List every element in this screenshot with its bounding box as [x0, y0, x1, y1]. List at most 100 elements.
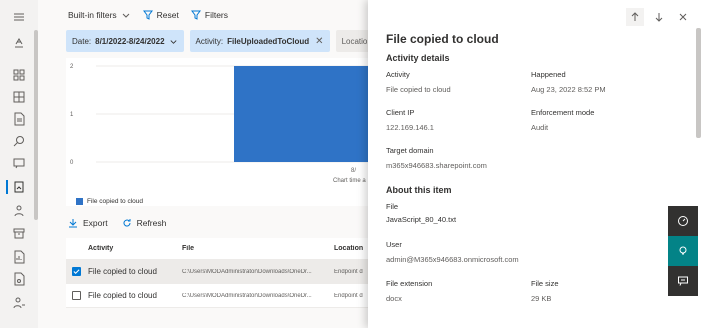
- activity-chart: 2 1 0 8/Chart time a File copied to cloud: [66, 58, 368, 206]
- location-filter-label: Locatio: [341, 36, 368, 46]
- row-checkbox[interactable]: [71, 267, 81, 276]
- filters-button[interactable]: Filters: [190, 10, 229, 20]
- toolbar: Built-in filters Reset Filters: [68, 10, 228, 20]
- user-value: admin@M365x946683.onmicrosoft.com: [386, 255, 519, 264]
- happened-field: Happened Aug 23, 2022 8:52 PM: [531, 70, 606, 94]
- chart-legend: File copied to cloud: [76, 198, 143, 205]
- row-location: Endpoint d: [334, 268, 363, 275]
- legend-swatch: [76, 198, 83, 205]
- row-activity: File copied to cloud: [88, 267, 157, 276]
- feedback-button[interactable]: [668, 266, 698, 296]
- download-icon: [69, 219, 77, 228]
- row-checkbox[interactable]: [71, 291, 81, 300]
- cloud-app-icon[interactable]: [8, 32, 30, 54]
- activity-detail-panel: File copied to cloud Activity details Ac…: [368, 0, 706, 328]
- report-icon[interactable]: [8, 246, 30, 268]
- left-nav-rail: [0, 0, 38, 328]
- hamburger-menu-icon[interactable]: [8, 6, 30, 28]
- filter-icon: [190, 10, 201, 20]
- user-label: User: [386, 240, 402, 249]
- chart-bar[interactable]: [234, 66, 368, 162]
- chevron-down-icon: [170, 39, 177, 44]
- activity-field-value: File copied to cloud: [386, 85, 451, 94]
- refresh-icon: [123, 219, 131, 227]
- feedback-icon: [678, 276, 688, 286]
- chat-icon[interactable]: [8, 152, 30, 174]
- reset-button[interactable]: Reset: [142, 10, 179, 20]
- row-file: C:\Users\MODAdministrator\Downloads\OneD…: [182, 292, 312, 299]
- client-ip-label: Client IP: [386, 108, 415, 117]
- next-item-button[interactable]: [650, 8, 668, 26]
- document-icon[interactable]: [8, 108, 30, 130]
- header-activity[interactable]: Activity: [86, 245, 182, 252]
- activity-details-heading: Activity details: [386, 53, 450, 63]
- close-icon: [679, 13, 687, 21]
- row-file: C:\Users\MODAdministrator\Downloads\OneD…: [182, 268, 312, 275]
- y-tick-label: 2: [70, 64, 74, 70]
- activity-field-label: Activity: [386, 70, 410, 79]
- table-header: Activity File Location: [66, 238, 368, 260]
- about-item-heading: About this item: [386, 185, 452, 195]
- close-icon[interactable]: ✕: [315, 36, 323, 47]
- apps-grid-icon[interactable]: [8, 64, 30, 86]
- panel-nav: [626, 8, 692, 26]
- arrow-up-icon: [631, 12, 639, 21]
- people-icon[interactable]: [8, 200, 30, 222]
- legend-label: File copied to cloud: [87, 198, 144, 205]
- row-activity: File copied to cloud: [88, 291, 157, 300]
- file-size-value: 29 KB: [531, 294, 552, 303]
- file-extension-field: File extension docx: [386, 279, 432, 303]
- refresh-label: Refresh: [136, 218, 167, 228]
- chevron-down-icon: [122, 13, 130, 18]
- activity-filter-pill[interactable]: Activity: FileUploadedToCloud ✕: [189, 30, 330, 52]
- activity-field: Activity File copied to cloud: [386, 70, 451, 94]
- search-icon[interactable]: [8, 130, 30, 152]
- header-location[interactable]: Location: [334, 245, 368, 252]
- speedometer-icon: [678, 216, 688, 226]
- row-location: Endpoint d: [334, 292, 363, 299]
- table-actions: Export Refresh: [68, 218, 166, 228]
- file-chart-icon[interactable]: [8, 268, 30, 290]
- assistant-button[interactable]: [668, 236, 698, 266]
- y-tick-label: 1: [70, 112, 74, 118]
- client-ip-field: Client IP 122.169.146.1: [386, 108, 434, 132]
- file-field: File JavaScript_80_40.txt: [386, 202, 456, 224]
- file-extension-label: File extension: [386, 279, 433, 288]
- chart-svg: 2 1 0 8/Chart time a: [70, 64, 368, 184]
- date-filter-pill[interactable]: Date: 8/1/2022-8/24/2022: [66, 30, 184, 52]
- enforcement-mode-value: Audit: [531, 123, 549, 132]
- file-extension-value: docx: [386, 294, 402, 303]
- lightbulb-icon: [679, 246, 687, 255]
- table-row[interactable]: File copied to cloud C:\Users\MODAdminis…: [66, 260, 368, 284]
- user-settings-icon[interactable]: [8, 292, 30, 314]
- arrow-down-icon: [655, 13, 663, 22]
- archive-icon[interactable]: [8, 222, 30, 244]
- export-button[interactable]: Export: [68, 218, 108, 228]
- panel-scrollbar[interactable]: [696, 28, 701, 138]
- table-icon[interactable]: [8, 86, 30, 108]
- activity-filter-label: Activity:: [195, 36, 224, 46]
- refresh-button[interactable]: Refresh: [122, 218, 167, 228]
- file-label: File: [386, 202, 399, 211]
- target-domain-label: Target domain: [386, 146, 434, 155]
- app-root: Built-in filters Reset Filters Date: 8/1…: [0, 0, 706, 328]
- x-tick-label: 8/: [351, 168, 356, 174]
- builtin-filters-dropdown[interactable]: Built-in filters: [68, 10, 131, 20]
- floating-actions: [668, 206, 698, 296]
- activity-explorer-icon[interactable]: [8, 176, 30, 198]
- filter-pills: Date: 8/1/2022-8/24/2022 Activity: FileU…: [66, 30, 374, 52]
- file-value: JavaScript_80_40.txt: [386, 215, 457, 224]
- date-filter-value: 8/1/2022-8/24/2022: [95, 36, 165, 46]
- close-panel-button[interactable]: [674, 8, 692, 26]
- speedometer-button[interactable]: [668, 206, 698, 236]
- panel-title: File copied to cloud: [386, 32, 499, 46]
- target-domain-field: Target domain m365x946683.sharepoint.com: [386, 146, 487, 170]
- table-row[interactable]: File copied to cloud C:\Users\MODAdminis…: [66, 284, 368, 308]
- activity-filter-value: FileUploadedToCloud: [227, 36, 310, 46]
- header-file[interactable]: File: [182, 245, 334, 252]
- main-content: Built-in filters Reset Filters Date: 8/1…: [38, 0, 374, 328]
- date-filter-label: Date:: [72, 36, 92, 46]
- previous-item-button[interactable]: [626, 8, 644, 26]
- client-ip-value: 122.169.146.1: [386, 123, 434, 132]
- filters-label: Filters: [204, 10, 229, 20]
